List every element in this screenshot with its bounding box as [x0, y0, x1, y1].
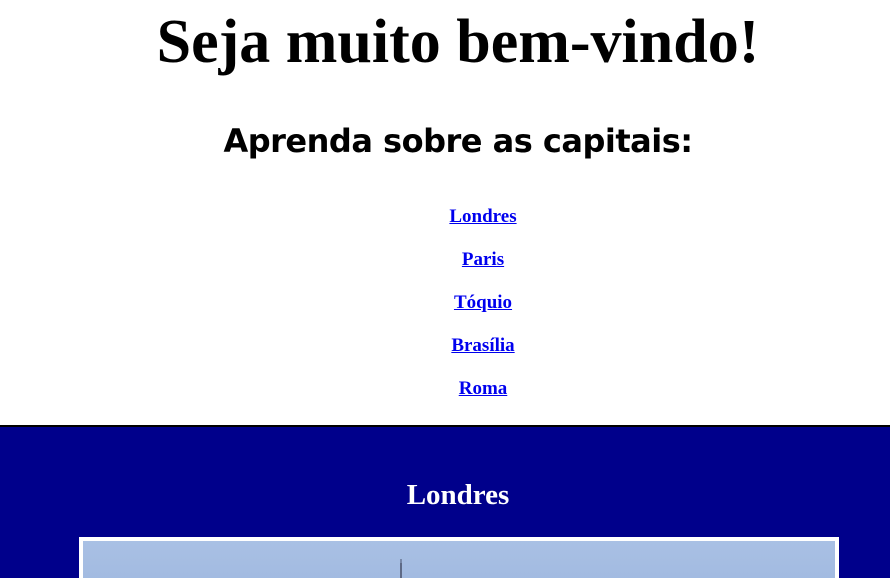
link-londres[interactable]: Londres [449, 206, 516, 227]
link-paris[interactable]: Paris [462, 249, 504, 270]
london-photo [83, 541, 835, 578]
header-area: Seja muito bem-vindo! Aprenda sobre as c… [0, 0, 890, 425]
nav-item-roma: Roma [0, 371, 890, 414]
londres-section: Londres [0, 425, 890, 578]
photo-frame [79, 537, 839, 578]
section-title: Londres [406, 479, 510, 511]
nav-item-paris: Paris [0, 242, 890, 285]
page-subtitle: Aprenda sobre as capitais: [223, 122, 693, 160]
link-brasilia[interactable]: Brasília [451, 335, 514, 356]
nav-item-toquio: Tóquio [0, 285, 890, 328]
link-roma[interactable]: Roma [459, 378, 508, 399]
nav-item-brasilia: Brasília [0, 328, 890, 371]
page-title: Seja muito bem-vindo! [156, 8, 760, 76]
capitals-nav: Londres Paris Tóquio Brasília Roma [0, 199, 890, 414]
nav-item-londres: Londres [0, 199, 890, 242]
link-toquio[interactable]: Tóquio [454, 292, 512, 313]
spire-icon [400, 559, 402, 578]
